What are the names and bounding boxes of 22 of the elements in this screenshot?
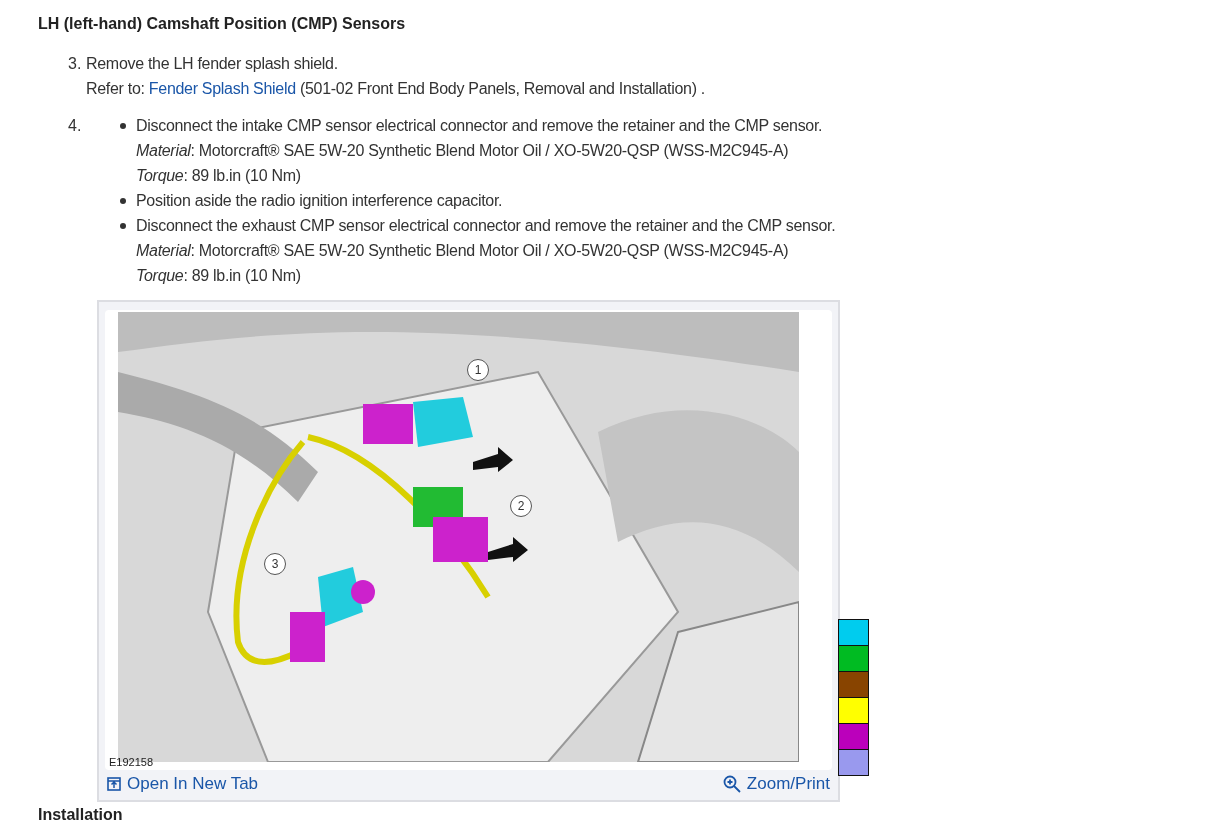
spec-text: Material: Motorcraft® SAE 5W-20 Synthetic Blend Motor Oil / XO-5W20-QSP (WSS-M2C945-A) xyxy=(136,141,790,161)
spec-text: Material: Motorcraft® SAE 5W-20 Synthetic Blend Motor Oil / XO-5W20-QSP (WSS-M2C945-A) xyxy=(136,241,790,261)
bullet-icon xyxy=(120,198,126,204)
bullet-text: Disconnect the intake CMP sensor electrical connector and remove the retainer and the CMP sensor. xyxy=(136,116,823,136)
bullet-text: Position aside the radio ignition interference capacitor. xyxy=(136,191,503,211)
spec-text: Torque: 89 lb.in (10 Nm) xyxy=(136,166,302,186)
step-text: Remove the LH fender splash shield. xyxy=(86,54,339,74)
step-number: 3. xyxy=(68,54,83,74)
bullet-icon xyxy=(120,123,126,129)
figure-id: E192158 xyxy=(109,756,154,768)
spec-text: Torque: 89 lb.in (10 Nm) xyxy=(136,266,302,286)
bullet-icon xyxy=(120,223,126,229)
bullet-text: Disconnect the exhaust CMP sensor electrical connector and remove the retainer and the CMP sensor. xyxy=(136,216,836,236)
step-number: 4. xyxy=(68,116,83,136)
section-heading: LH (left-hand) Camshaft Position (CMP) Sensors xyxy=(38,14,407,34)
reference-link[interactable]: Fender Splash Shield xyxy=(148,80,296,97)
new-tab-icon xyxy=(107,777,121,791)
open-tab-link[interactable]: Open In New Tab xyxy=(107,774,259,794)
reference-text: Refer to: Fender Splash Shield (501-02 Front End Body Panels, Removal and Installation) . xyxy=(86,79,705,99)
section-heading: Installation xyxy=(38,805,124,825)
zoom-print-link[interactable]: Zoom/Print xyxy=(722,774,830,794)
zoom-in-icon xyxy=(722,775,741,793)
